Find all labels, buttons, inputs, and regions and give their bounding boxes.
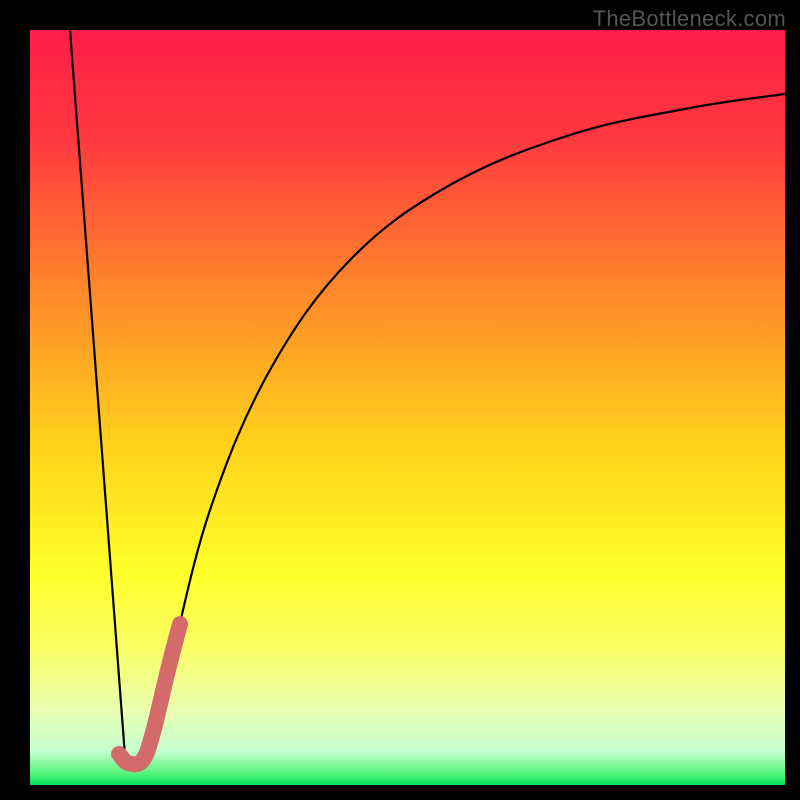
curves-layer xyxy=(30,30,785,785)
watermark-text: TheBottleneck.com xyxy=(593,6,786,32)
chart-frame: TheBottleneck.com xyxy=(0,0,800,800)
pink-hook xyxy=(119,624,180,764)
plot-area xyxy=(30,30,785,785)
rise-curve xyxy=(150,94,785,742)
dip-line xyxy=(70,30,125,756)
